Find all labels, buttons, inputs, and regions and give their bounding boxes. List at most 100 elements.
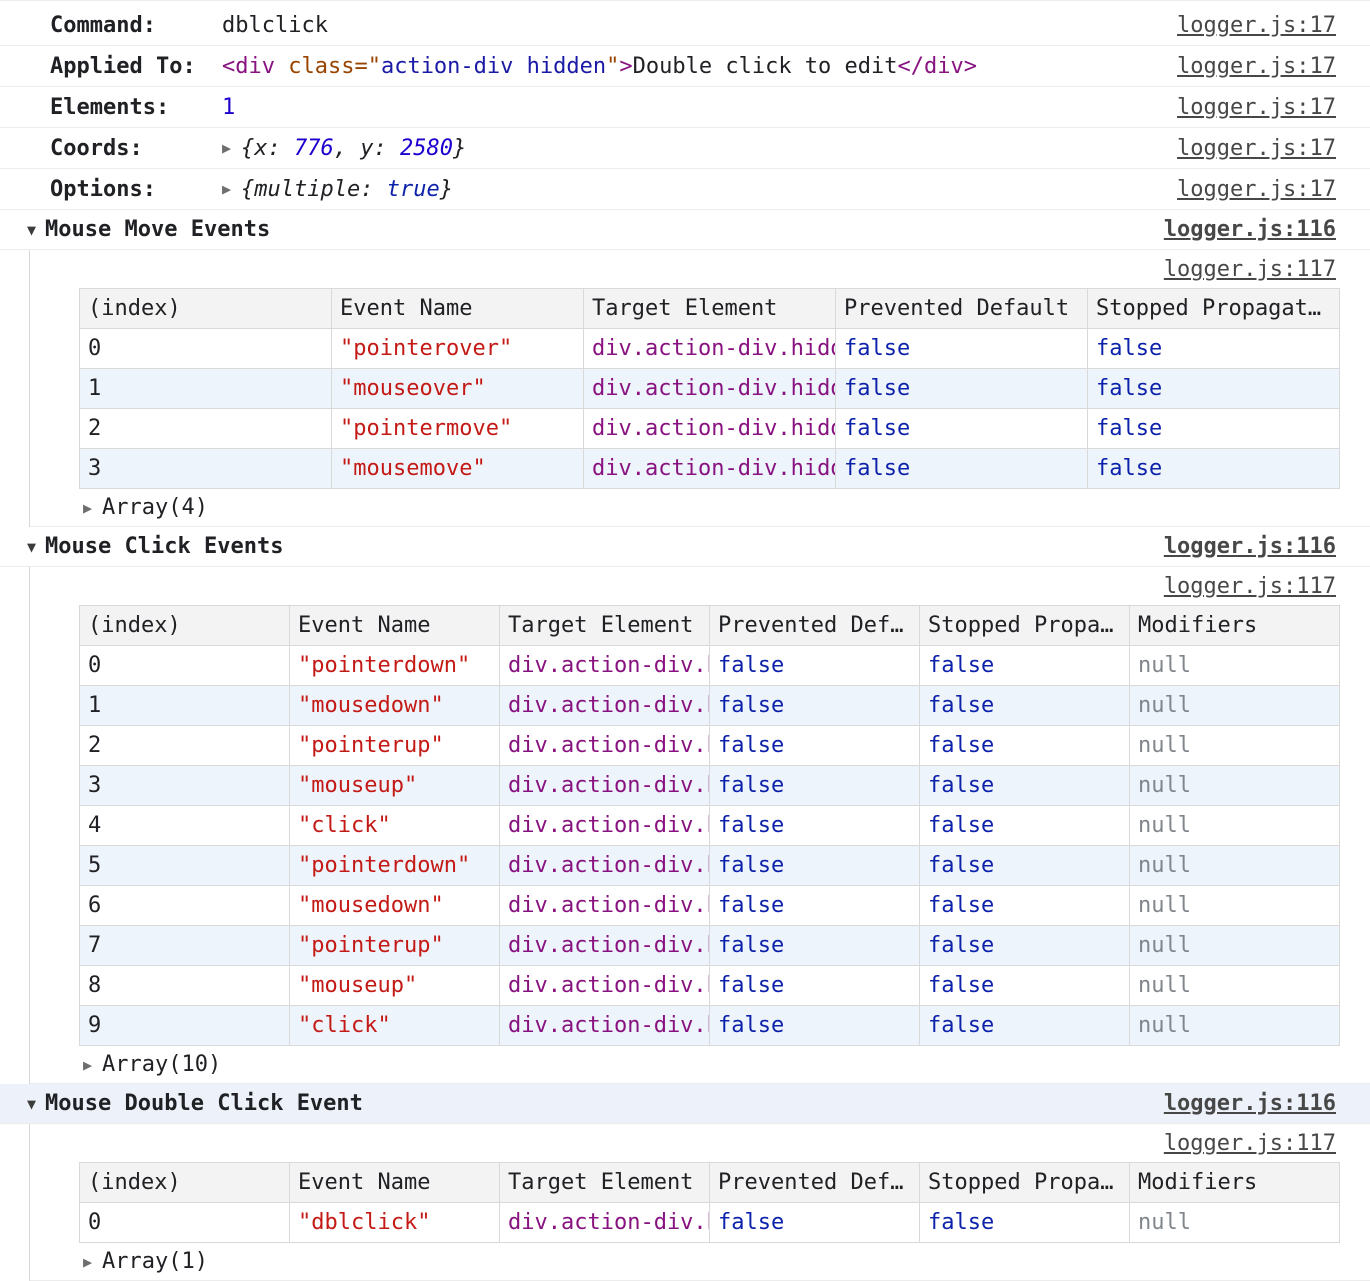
plain-text: ,: [334, 136, 361, 161]
table-cell-string: "pointermove": [332, 409, 584, 449]
table-header-row: (index)Event NameTarget ElementPrevented…: [80, 1163, 1340, 1203]
expand-triangle-icon: ▶: [83, 499, 92, 517]
table-cell-boolean: false: [920, 1006, 1130, 1046]
table-cell-boolean: false: [710, 1006, 920, 1046]
source-link[interactable]: logger.js:116: [1164, 534, 1336, 559]
attr-name-text: ": [606, 54, 619, 79]
source-link[interactable]: logger.js:117: [1164, 574, 1336, 599]
column-header[interactable]: Target Element: [584, 289, 836, 329]
table-cell-index: 9: [80, 1006, 290, 1046]
source-link[interactable]: logger.js:17: [1177, 95, 1336, 120]
table-cell-index: 4: [80, 806, 290, 846]
table-cell-boolean: false: [1088, 409, 1340, 449]
table-row: 4"click"div.action-div.hiddenfalsefalsen…: [80, 806, 1340, 846]
devtools-console: Command: dblclick logger.js:17 Applied T…: [0, 0, 1370, 1281]
key-text: x: [254, 136, 267, 161]
log-label: Elements:: [50, 95, 222, 120]
table-cell-node: div.action-div.hidden: [500, 926, 710, 966]
column-header[interactable]: Stopped Propagation: [920, 606, 1130, 646]
column-header[interactable]: Stopped Propagation: [1088, 289, 1340, 329]
table-cell-boolean: false: [710, 1203, 920, 1243]
group-title: Mouse Double Click Event: [45, 1091, 363, 1116]
source-link[interactable]: logger.js:17: [1177, 13, 1336, 38]
table-cell-string: "mouseover": [332, 369, 584, 409]
table-row: 1"mousedown"div.action-div.hiddenfalsefa…: [80, 686, 1340, 726]
table-cell-boolean: false: [920, 926, 1130, 966]
array-preview[interactable]: ▶ Array(1): [30, 1243, 1370, 1281]
plain-text: :: [360, 177, 387, 202]
table-cell-boolean: false: [710, 686, 920, 726]
html-element-preview[interactable]: <div class="action-div hidden">Double cl…: [222, 54, 977, 79]
console-group-mouse-click-events: ▼ Mouse Click Events logger.js:116 logge…: [0, 527, 1370, 1084]
table-row: 0"pointerdown"div.action-div.hiddenfalse…: [80, 646, 1340, 686]
table-cell-index: 3: [80, 766, 290, 806]
source-link[interactable]: logger.js:17: [1177, 177, 1336, 202]
source-link[interactable]: logger.js:117: [1164, 257, 1336, 282]
table-cell-node: div.action-div.hidden: [500, 1006, 710, 1046]
column-header[interactable]: Prevented Default: [710, 606, 920, 646]
source-link[interactable]: logger.js:17: [1177, 136, 1336, 161]
table-cell-string: "pointerup": [290, 726, 500, 766]
table-cell-boolean: false: [920, 966, 1130, 1006]
column-header[interactable]: Event Name: [290, 1163, 500, 1203]
table-cell-index: 0: [80, 646, 290, 686]
column-header[interactable]: Event Name: [290, 606, 500, 646]
table-cell-null: null: [1130, 966, 1340, 1006]
expand-triangle-icon[interactable]: ▶: [222, 180, 231, 198]
group-header[interactable]: ▼ Mouse Click Events logger.js:116: [0, 527, 1370, 567]
log-value: 1: [222, 95, 235, 120]
column-header[interactable]: Prevented Default: [836, 289, 1088, 329]
table-row: 5"pointerdown"div.action-div.hiddenfalse…: [80, 846, 1340, 886]
column-header[interactable]: Target Element: [500, 606, 710, 646]
source-link[interactable]: logger.js:116: [1164, 217, 1336, 242]
table-cell-index: 1: [80, 369, 332, 409]
column-header[interactable]: (index): [80, 1163, 290, 1203]
source-link[interactable]: logger.js:116: [1164, 1091, 1336, 1116]
group-header[interactable]: ▼ Mouse Move Events logger.js:116: [0, 210, 1370, 250]
table-cell-boolean: false: [920, 886, 1130, 926]
table-cell-boolean: false: [920, 1203, 1130, 1243]
table-cell-string: "pointerdown": [290, 846, 500, 886]
column-header[interactable]: Event Name: [332, 289, 584, 329]
column-header[interactable]: Prevented Default: [710, 1163, 920, 1203]
table-cell-boolean: false: [920, 686, 1130, 726]
table-header-row: (index)Event NameTarget ElementPrevented…: [80, 289, 1340, 329]
column-header[interactable]: (index): [80, 289, 332, 329]
table-cell-index: 0: [80, 329, 332, 369]
group-header[interactable]: ▼ Mouse Double Click Event logger.js:116: [0, 1084, 1370, 1124]
column-header[interactable]: Target Element: [500, 1163, 710, 1203]
table-cell-index: 1: [80, 686, 290, 726]
table-cell-node: div.action-div.hidden: [500, 726, 710, 766]
log-label: Coords:: [50, 136, 222, 161]
key-text: multiple: [254, 177, 360, 202]
table-cell-string: "mouseup": [290, 766, 500, 806]
array-preview[interactable]: ▶ Array(4): [30, 489, 1370, 527]
table-cell-boolean: false: [710, 766, 920, 806]
table-cell-node: div.action-div.hidden: [584, 329, 836, 369]
group-body: logger.js:117 (index)Event NameTarget El…: [29, 1124, 1370, 1281]
source-link[interactable]: logger.js:117: [1164, 1131, 1336, 1156]
table-cell-node: div.action-div.hidden: [500, 966, 710, 1006]
table-cell-string: "pointerover": [332, 329, 584, 369]
column-header[interactable]: Modifiers: [1130, 1163, 1340, 1203]
collapse-triangle-icon: ▼: [27, 1095, 36, 1113]
array-preview[interactable]: ▶ Array(10): [30, 1046, 1370, 1084]
object-preview[interactable]: {x: 776, y: 2580}: [241, 136, 466, 161]
column-header[interactable]: Stopped Propagation: [920, 1163, 1130, 1203]
plain-text: :: [374, 136, 401, 161]
console-table: (index)Event NameTarget ElementPrevented…: [30, 288, 1370, 489]
table-cell-index: 8: [80, 966, 290, 1006]
table-cell-boolean: false: [920, 846, 1130, 886]
column-header[interactable]: Modifiers: [1130, 606, 1340, 646]
source-link[interactable]: logger.js:17: [1177, 54, 1336, 79]
table-cell-index: 0: [80, 1203, 290, 1243]
table-cell-null: null: [1130, 726, 1340, 766]
column-header[interactable]: (index): [80, 606, 290, 646]
table-cell-boolean: false: [1088, 369, 1340, 409]
table-row: 0"dblclick"div.action-div.hiddenfalsefal…: [80, 1203, 1340, 1243]
table-cell-null: null: [1130, 926, 1340, 966]
array-preview-label: Array(10): [102, 1052, 221, 1077]
plain-text: {: [241, 177, 254, 202]
object-preview[interactable]: {multiple: true}: [241, 177, 453, 202]
expand-triangle-icon[interactable]: ▶: [222, 139, 231, 157]
